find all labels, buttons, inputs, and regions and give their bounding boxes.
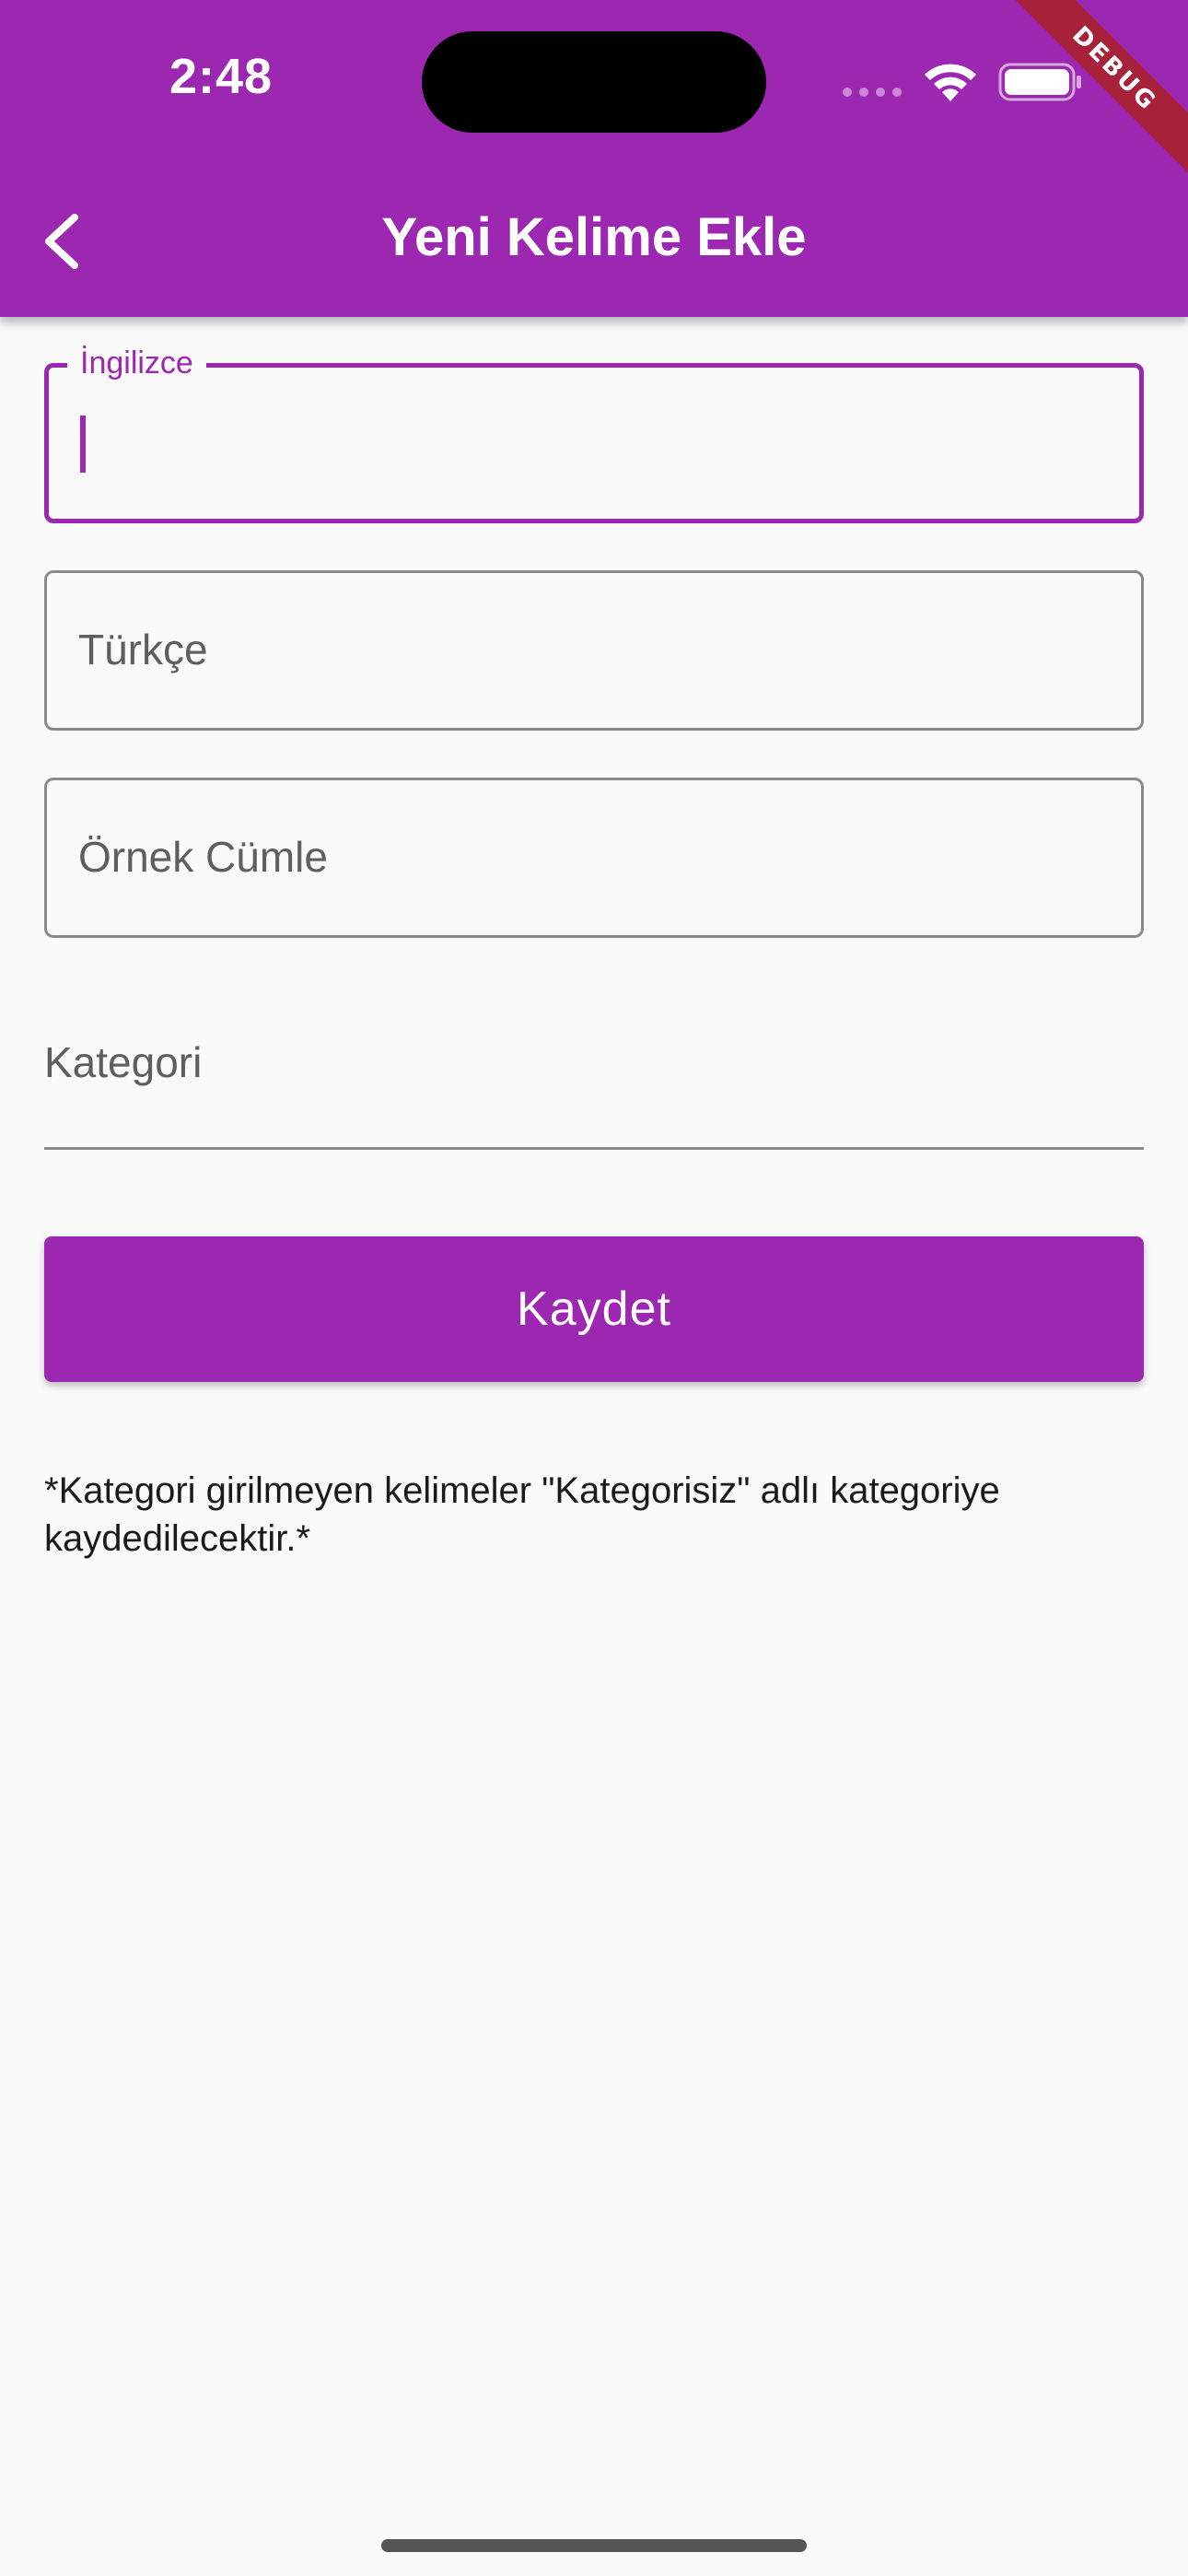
example-sentence-placeholder: Örnek Cümle — [78, 833, 328, 881]
home-indicator[interactable] — [381, 2539, 807, 2552]
english-input[interactable]: İngilizce — [44, 345, 1144, 523]
english-input-label: İngilizce — [67, 345, 206, 381]
debug-banner: DEBUG — [1004, 0, 1188, 184]
wifi-icon — [925, 64, 976, 101]
cellular-signal-icon — [843, 88, 902, 97]
turkish-input[interactable]: Türkçe — [44, 570, 1144, 731]
turkish-input-placeholder: Türkçe — [78, 626, 208, 673]
category-input[interactable]: Kategori — [44, 1006, 1144, 1150]
example-sentence-input[interactable]: Örnek Cümle — [44, 778, 1144, 938]
category-input-placeholder: Kategori — [44, 1038, 203, 1086]
category-note: *Kategori girilmeyen kelimeler "Kategori… — [44, 1470, 1000, 1559]
dynamic-island — [422, 31, 766, 133]
text-cursor — [80, 416, 86, 473]
page-title: Yeni Kelime Ekle — [381, 207, 807, 267]
app-bar: 2:48 DEBUG Yeni Kelime Ekle — [0, 0, 1188, 317]
debug-ribbon-label: DEBUG — [1004, 0, 1188, 182]
save-button[interactable]: Kaydet — [44, 1236, 1144, 1382]
status-time: 2:48 — [169, 49, 274, 104]
